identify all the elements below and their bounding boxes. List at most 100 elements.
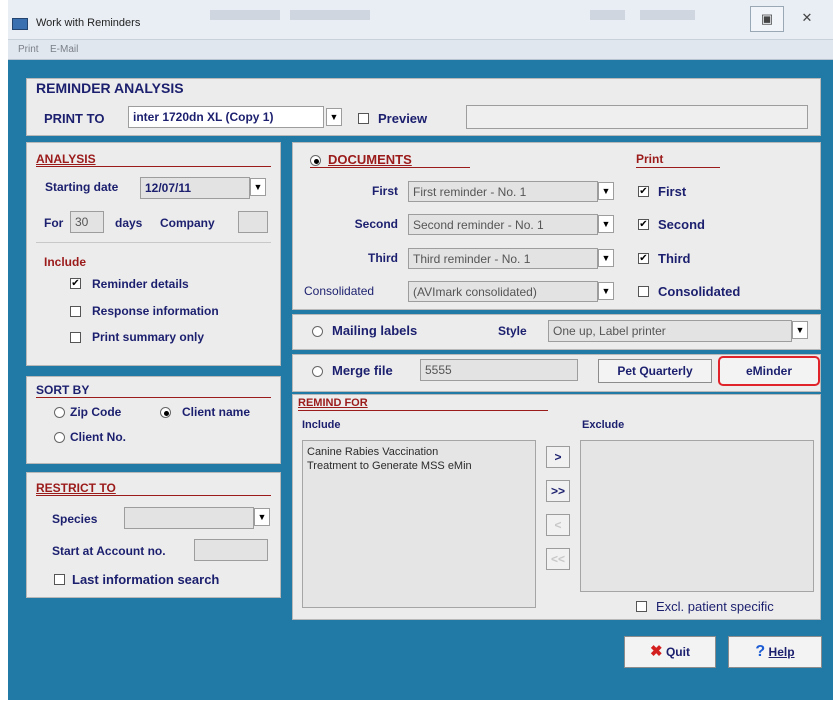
- species-dropdown[interactable]: ▼: [254, 508, 270, 526]
- page-title: REMINDER ANALYSIS: [36, 80, 184, 96]
- doc-third-dropdown[interactable]: ▼: [598, 249, 614, 267]
- close-icon: ✕: [801, 10, 813, 25]
- mailing-labels-label: Mailing labels: [332, 323, 418, 338]
- doc-consolidated-select[interactable]: (AVImark consolidated): [408, 281, 598, 302]
- window-title: Work with Reminders: [36, 17, 141, 29]
- company-field[interactable]: [238, 211, 268, 233]
- question-icon: ?: [755, 643, 766, 660]
- include-label: Include: [44, 255, 87, 269]
- mailing-labels-radio[interactable]: [312, 326, 323, 337]
- chevron-down-icon: ▼: [601, 219, 611, 229]
- quit-button[interactable]: ✖ Quit: [624, 636, 716, 668]
- print-first-checkbox[interactable]: ✔: [638, 186, 649, 197]
- remove-all-button[interactable]: <<: [546, 548, 570, 570]
- doc-consolidated-dropdown[interactable]: ▼: [598, 282, 614, 300]
- eminder-button[interactable]: eMinder: [718, 356, 820, 386]
- chevron-down-icon: ▼: [601, 253, 611, 263]
- excl-patient-label: Excl. patient specific: [656, 599, 774, 614]
- doc-second-select[interactable]: Second reminder - No. 1: [408, 214, 598, 235]
- days-field[interactable]: 30: [70, 211, 104, 233]
- chevron-down-icon: ▼: [601, 186, 611, 196]
- print-consolidated-checkbox[interactable]: [638, 286, 649, 297]
- remove-one-button[interactable]: <: [546, 514, 570, 536]
- chevron-down-icon: ▼: [601, 286, 611, 296]
- print-second-checkbox[interactable]: ✔: [638, 219, 649, 230]
- print-summary-label: Print summary only: [92, 330, 205, 344]
- starting-date-dropdown[interactable]: ▼: [250, 178, 266, 196]
- preview-label: Preview: [378, 111, 428, 126]
- exclude-list[interactable]: [580, 440, 814, 592]
- chevron-down-icon: ▼: [329, 112, 339, 122]
- quit-label: Quit: [665, 645, 690, 659]
- analysis-inner-divider: [36, 242, 271, 243]
- sort-zip-label: Zip Code: [70, 405, 122, 419]
- printer-select[interactable]: inter 1720dn XL (Copy 1): [128, 106, 324, 128]
- print-consolidated-label: Consolidated: [658, 284, 741, 299]
- list-item[interactable]: Canine Rabies Vaccination: [307, 445, 531, 459]
- printer-dropdown[interactable]: ▼: [326, 108, 342, 126]
- doc-first-select[interactable]: First reminder - No. 1: [408, 181, 598, 202]
- company-label: Company: [160, 216, 215, 230]
- help-button[interactable]: ? Help: [728, 636, 822, 668]
- remind-for-divider: [298, 410, 548, 411]
- excl-patient-checkbox[interactable]: [636, 601, 647, 612]
- chevron-down-icon: ▼: [795, 325, 805, 335]
- print-first-label: First: [658, 184, 687, 199]
- doc-second-dropdown[interactable]: ▼: [598, 215, 614, 233]
- print-header: Print: [636, 152, 664, 166]
- blurred-title-text: [210, 10, 280, 20]
- sort-client-no-radio[interactable]: [54, 432, 65, 443]
- include-list-label: Include: [302, 419, 341, 431]
- preview-checkbox[interactable]: [358, 113, 369, 124]
- include-list[interactable]: Canine Rabies Vaccination Treatment to G…: [302, 440, 536, 608]
- pet-quarterly-button[interactable]: Pet Quarterly: [598, 359, 712, 383]
- add-all-button[interactable]: >>: [546, 480, 570, 502]
- restore-button[interactable]: ▣: [750, 6, 784, 32]
- doc-second-label: Second: [354, 217, 398, 231]
- start-account-label: Start at Account no.: [52, 544, 166, 558]
- menu-print[interactable]: Print: [18, 44, 39, 55]
- sort-client-name-radio[interactable]: [160, 407, 171, 418]
- analysis-divider: [36, 166, 271, 167]
- restore-icon: ▣: [760, 11, 774, 26]
- sort-zip-radio[interactable]: [54, 407, 65, 418]
- species-label: Species: [52, 512, 98, 526]
- response-information-label: Response information: [92, 304, 219, 318]
- print-second-label: Second: [658, 217, 705, 232]
- print-summary-checkbox[interactable]: [70, 332, 81, 343]
- starting-date-field[interactable]: 12/07/11: [140, 177, 250, 199]
- menu-email[interactable]: E-Mail: [50, 44, 78, 55]
- last-info-checkbox[interactable]: [54, 574, 65, 585]
- chevron-down-icon: ▼: [253, 182, 263, 192]
- style-select[interactable]: One up, Label printer: [548, 320, 792, 342]
- reminder-details-checkbox[interactable]: ✔: [70, 278, 81, 289]
- print-to-label: PRINT TO: [44, 111, 105, 126]
- list-item[interactable]: Treatment to Generate MSS eMin: [307, 459, 531, 473]
- help-label: Help: [768, 645, 795, 659]
- blurred-title-text: [640, 10, 695, 20]
- doc-third-select[interactable]: Third reminder - No. 1: [408, 248, 598, 269]
- start-account-field[interactable]: [194, 539, 268, 561]
- sort-client-name-label: Client name: [182, 405, 251, 419]
- species-select[interactable]: [124, 507, 254, 529]
- preview-path-field[interactable]: [466, 105, 808, 129]
- doc-consolidated-label: Consolidated: [304, 284, 375, 298]
- doc-third-label: Third: [368, 251, 398, 265]
- documents-divider: [310, 167, 470, 168]
- merge-file-radio[interactable]: [312, 366, 323, 377]
- blurred-title-text: [290, 10, 370, 20]
- print-third-checkbox[interactable]: ✔: [638, 253, 649, 264]
- restrict-to-divider: [36, 495, 271, 496]
- print-third-label: Third: [658, 251, 691, 266]
- add-one-button[interactable]: >: [546, 446, 570, 468]
- merge-file-field[interactable]: 5555: [420, 359, 578, 381]
- sort-by-divider: [36, 397, 271, 398]
- close-button[interactable]: ✕: [790, 6, 824, 32]
- app-icon: [12, 18, 28, 30]
- doc-first-label: First: [371, 184, 398, 198]
- doc-first-dropdown[interactable]: ▼: [598, 182, 614, 200]
- documents-radio[interactable]: [310, 155, 321, 166]
- response-information-checkbox[interactable]: [70, 306, 81, 317]
- chevron-down-icon: ▼: [257, 512, 267, 522]
- style-dropdown[interactable]: ▼: [792, 321, 808, 339]
